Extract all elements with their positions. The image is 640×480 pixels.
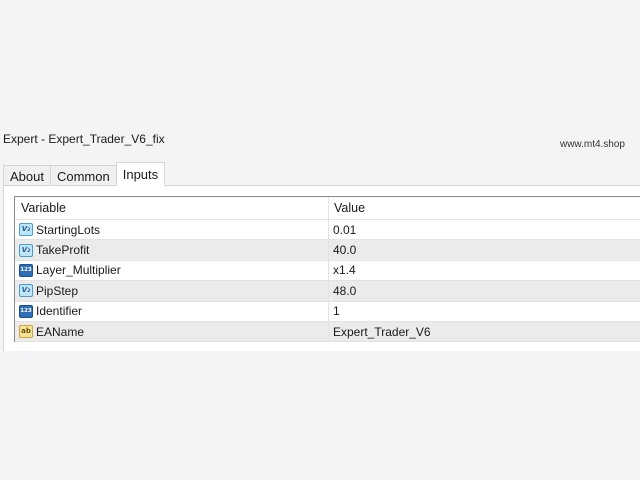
variable-name: EAName <box>36 324 85 339</box>
table-row[interactable]: V₂ StartingLots 0.01 <box>15 220 640 241</box>
integer-type-icon: 123 <box>19 304 33 318</box>
variable-cell[interactable]: 123 Identifier <box>15 301 329 321</box>
expert-properties-window: Expert - Expert_Trader_V6_fix www.mt4.sh… <box>0 0 640 480</box>
table-row[interactable]: 123 Layer_Multiplier x1.4 <box>15 260 640 282</box>
variable-cell[interactable]: V₂ PipStep <box>15 281 329 301</box>
double-type-icon: V₂ <box>19 223 33 237</box>
column-header-value[interactable]: Value <box>329 197 640 219</box>
variable-cell[interactable]: V₂ TakeProfit <box>15 240 329 260</box>
value-cell[interactable]: x1.4 <box>329 261 640 280</box>
value-cell[interactable]: 48.0 <box>329 281 640 300</box>
value-cell[interactable]: 0.01 <box>329 220 640 239</box>
tab-about[interactable]: About <box>3 165 50 186</box>
grid-header-row: Variable Value <box>15 197 640 220</box>
table-row[interactable]: V₂ TakeProfit 40.0 <box>15 240 640 261</box>
window-title: Expert - Expert_Trader_V6_fix <box>3 132 165 146</box>
inputs-grid: Variable Value V₂ StartingLots 0.01 V₂ T… <box>14 196 640 343</box>
integer-type-icon: 123 <box>19 263 33 277</box>
value-cell[interactable]: 1 <box>329 302 640 321</box>
table-row[interactable]: 123 Identifier 1 <box>15 301 640 322</box>
string-type-icon: ab <box>19 325 33 339</box>
variable-name: PipStep <box>36 283 79 298</box>
variable-cell[interactable]: 123 Layer_Multiplier <box>15 260 329 281</box>
column-header-variable[interactable]: Variable <box>15 197 329 219</box>
double-type-icon: V₂ <box>19 284 33 298</box>
variable-cell[interactable]: ab EAName <box>15 321 329 342</box>
expert-dialog: About Common Inputs Variable Value V₂ St… <box>0 162 640 351</box>
value-cell[interactable]: Expert_Trader_V6 <box>329 322 640 341</box>
tab-common[interactable]: Common <box>49 165 116 186</box>
variable-name: Identifier <box>36 304 83 319</box>
tab-inputs[interactable]: Inputs <box>115 162 166 186</box>
variable-name: Layer_Multiplier <box>36 263 121 278</box>
double-type-icon: V₂ <box>19 243 33 257</box>
inputs-panel: Variable Value V₂ StartingLots 0.01 V₂ T… <box>3 185 640 351</box>
table-row[interactable]: ab EAName Expert_Trader_V6 <box>15 321 640 343</box>
variable-name: TakeProfit <box>36 243 90 258</box>
table-row[interactable]: V₂ PipStep 48.0 <box>15 281 640 302</box>
watermark-text: www.mt4.shop <box>559 139 625 150</box>
value-cell[interactable]: 40.0 <box>329 240 640 259</box>
variable-cell[interactable]: V₂ StartingLots <box>15 220 329 240</box>
tab-bar: About Common Inputs <box>3 162 166 186</box>
variable-name: StartingLots <box>36 222 101 237</box>
